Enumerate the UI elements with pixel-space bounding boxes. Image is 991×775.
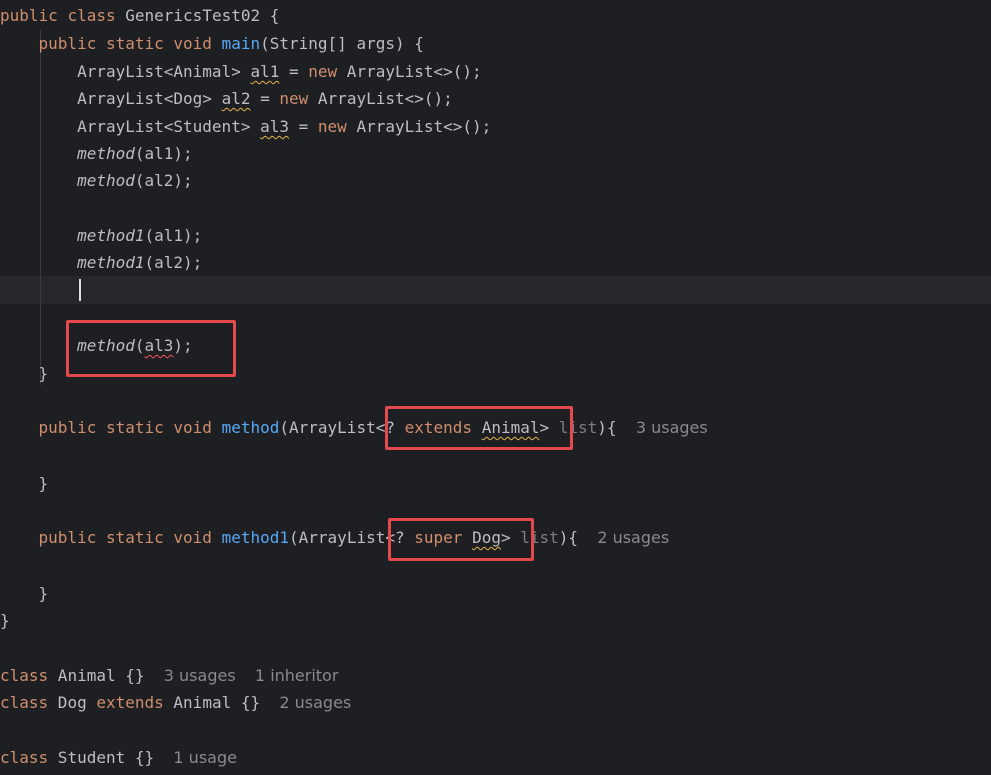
code-text: (al2); (144, 253, 203, 272)
code-line-class-animal[interactable]: class Animal {} 3 usages 1 inheritor (0, 662, 338, 689)
keyword: class (0, 748, 49, 767)
code-text: (ArrayList (289, 528, 386, 547)
current-line-highlight (0, 276, 991, 304)
variable-al2: al2 (221, 89, 251, 108)
keyword: public (38, 34, 97, 53)
inheritors-hint[interactable]: 1 inheritor (255, 666, 339, 685)
usages-hint[interactable]: 1 usage (173, 748, 237, 767)
code-line-al1[interactable]: ArrayList<Animal> al1 = new ArrayList<>(… (0, 58, 482, 85)
annotation-box-super-dog (388, 518, 534, 561)
code-text: (al2); (134, 171, 193, 190)
code-line-method-al2[interactable]: method(al2); (0, 167, 193, 194)
method-call: method (77, 171, 135, 190)
code-text: } (38, 474, 49, 493)
code-text: = (279, 62, 309, 81)
code-text: = (289, 117, 318, 136)
code-line-close-class[interactable]: } (0, 607, 10, 634)
code-line-close-method1[interactable]: } (0, 580, 49, 607)
annotation-box-extends-animal (385, 406, 573, 450)
annotation-box-method-al3 (66, 320, 236, 377)
code-text: ArrayList<Dog> (77, 89, 222, 108)
code-line-method1-decl[interactable]: public static void method1(ArrayList<? s… (0, 524, 670, 551)
keyword: public (38, 528, 97, 547)
code-line-class-student[interactable]: class Student {} 1 usage (0, 744, 237, 771)
code-text: ArrayList<Animal> (77, 62, 251, 81)
code-text: (al1); (134, 144, 193, 163)
keyword: class (0, 666, 49, 685)
code-line-class-decl[interactable]: public class GenericsTest02 { (0, 2, 279, 29)
class-name: GenericsTest02 (125, 6, 261, 25)
code-text: Dog (48, 693, 97, 712)
keyword: public (38, 418, 97, 437)
keyword: static (105, 34, 164, 53)
keyword: extends (96, 693, 164, 712)
code-line-class-dog[interactable]: class Dog extends Animal {} 2 usages (0, 689, 351, 716)
text-caret (79, 279, 81, 301)
code-editor[interactable]: public class GenericsTest02 { public sta… (0, 0, 991, 775)
method-call: method1 (77, 253, 145, 272)
code-line-close-main[interactable]: } (0, 360, 49, 387)
variable-al3: al3 (260, 117, 289, 136)
method-call: method (77, 144, 135, 163)
keyword: new (308, 62, 338, 81)
code-text: } (38, 584, 49, 603)
code-line-method1-al1[interactable]: method1(al1); (0, 222, 202, 249)
keyword: void (173, 34, 212, 53)
method-name: method (221, 418, 280, 437)
code-text: ArrayList<>(); (346, 117, 492, 136)
code-line-main-decl[interactable]: public static void main(String[] args) { (0, 30, 424, 57)
method-call: method1 (77, 226, 145, 245)
keyword: new (317, 117, 347, 136)
code-text: (ArrayList (279, 418, 376, 437)
keyword: public (0, 6, 58, 25)
keyword: new (279, 89, 309, 108)
code-text: } (38, 364, 49, 383)
code-line-method1-al2[interactable]: method1(al2); (0, 249, 202, 276)
code-text: ArrayList<>(); (337, 62, 482, 81)
code-text: Student {} (48, 748, 155, 767)
code-line-method-decl[interactable]: public static void method(ArrayList<? ex… (0, 414, 708, 441)
usages-hint[interactable]: 2 usages (597, 528, 669, 547)
usages-hint[interactable]: 3 usages (636, 418, 708, 437)
code-text: Animal {} (163, 693, 261, 712)
keyword: class (67, 6, 116, 25)
keyword: void (173, 528, 212, 547)
method-name: method1 (221, 528, 290, 547)
code-text: ){ (558, 528, 579, 547)
usages-hint[interactable]: 2 usages (279, 693, 351, 712)
keyword: void (173, 418, 212, 437)
code-text: (al1); (144, 226, 203, 245)
code-line-close-method[interactable]: } (0, 470, 49, 497)
variable-al1: al1 (250, 62, 280, 81)
code-text: (String[] args) { (260, 34, 424, 53)
keyword: static (105, 528, 164, 547)
code-line-al2[interactable]: ArrayList<Dog> al2 = new ArrayList<>(); (0, 85, 453, 112)
code-text: { (260, 6, 280, 25)
code-text: Animal {} (48, 666, 145, 685)
code-line-method-al1[interactable]: method(al1); (0, 140, 193, 167)
keyword: static (105, 418, 164, 437)
code-text: ArrayList<>(); (308, 89, 453, 108)
code-text: ){ (597, 418, 617, 437)
method-name: main (221, 34, 261, 53)
usages-hint[interactable]: 3 usages (164, 666, 236, 685)
code-line-al3[interactable]: ArrayList<Student> al3 = new ArrayList<>… (0, 113, 491, 140)
code-text: = (250, 89, 280, 108)
code-text: ArrayList<Student> (77, 117, 261, 136)
keyword: class (0, 693, 49, 712)
code-text: } (0, 611, 10, 630)
